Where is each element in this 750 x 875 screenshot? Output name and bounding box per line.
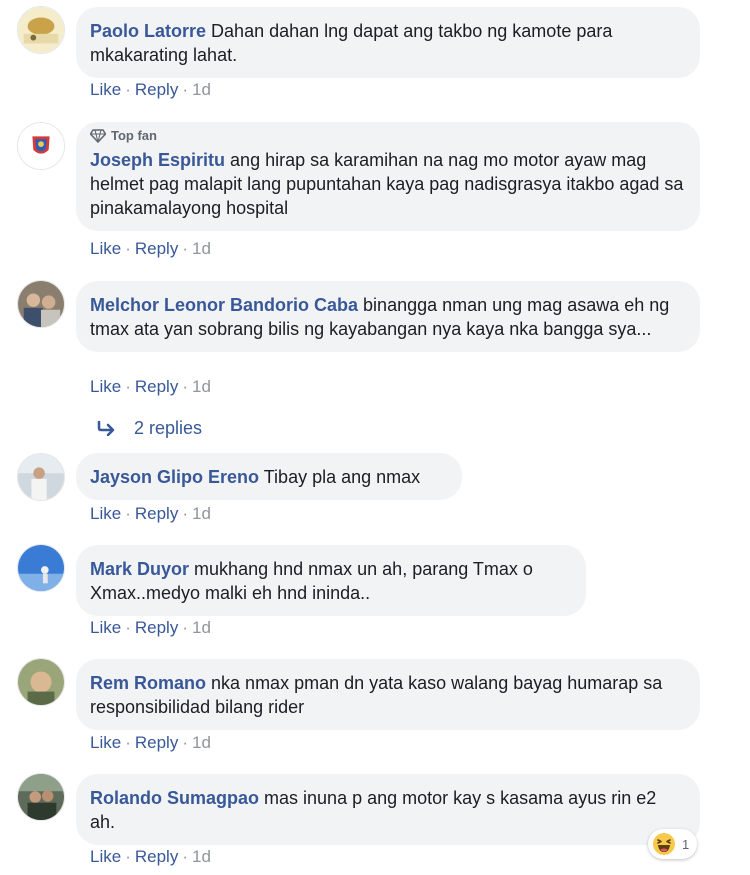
separator-dot: · [125, 733, 131, 752]
comment-actions: Like · Reply · 1d [90, 733, 211, 753]
reply-link[interactable]: Reply [135, 239, 178, 258]
separator-dot: · [182, 377, 188, 396]
profile-photo-icon [18, 774, 64, 820]
comment-bubble: Mark Duyor mukhang hnd nmax un ah, paran… [76, 545, 586, 616]
profile-photo-icon [18, 7, 64, 53]
comment-actions: Like · Reply · 1d [90, 618, 211, 638]
like-link[interactable]: Like [90, 618, 121, 637]
avatar[interactable] [17, 453, 65, 501]
comment-author[interactable]: Paolo Latorre [90, 21, 206, 41]
separator-dot: · [125, 504, 131, 523]
reply-link[interactable]: Reply [135, 504, 178, 523]
avatar[interactable] [17, 280, 65, 328]
comment-actions: Like · Reply · 1d [90, 847, 211, 867]
comment-bubble: Rem Romano nka nmax pman dn yata kaso wa… [76, 659, 700, 730]
profile-photo-icon [18, 454, 64, 500]
reply-link[interactable]: Reply [135, 80, 178, 99]
comment-timestamp[interactable]: 1d [192, 504, 211, 523]
separator-dot: · [182, 733, 188, 752]
reply-link[interactable]: Reply [135, 377, 178, 396]
reaction-summary[interactable]: 1 [648, 829, 698, 859]
view-replies-link[interactable]: 2 replies [96, 416, 202, 440]
avatar[interactable] [17, 544, 65, 592]
comment-actions: Like · Reply · 1d [90, 239, 211, 259]
comment-actions: Like · Reply · 1d [90, 504, 211, 524]
comment-author[interactable]: Melchor Leonor Bandorio Caba [90, 295, 358, 315]
comment-timestamp[interactable]: 1d [192, 733, 211, 752]
reaction-count: 1 [682, 836, 690, 852]
like-link[interactable]: Like [90, 733, 121, 752]
avatar[interactable] [17, 773, 65, 821]
comment-timestamp[interactable]: 1d [192, 80, 211, 99]
separator-dot: · [182, 618, 188, 637]
separator-dot: · [125, 239, 131, 258]
comment-author[interactable]: Rem Romano [90, 673, 206, 693]
comment-bubble: Top fan Joseph Espiritu ang hirap sa kar… [76, 122, 700, 231]
comment-author[interactable]: Rolando Sumagpao [90, 788, 259, 808]
profile-photo-icon [18, 545, 64, 591]
like-link[interactable]: Like [90, 847, 121, 866]
like-link[interactable]: Like [90, 377, 121, 396]
reply-link[interactable]: Reply [135, 618, 178, 637]
separator-dot: · [125, 377, 131, 396]
separator-dot: · [182, 504, 188, 523]
avatar[interactable] [17, 6, 65, 54]
comment-author[interactable]: Joseph Espiritu [90, 150, 225, 170]
comment-timestamp[interactable]: 1d [192, 618, 211, 637]
comment-bubble: Paolo Latorre Dahan dahan lng dapat ang … [76, 7, 700, 78]
separator-dot: · [125, 847, 131, 866]
avatar[interactable] [17, 658, 65, 706]
diamond-icon [90, 129, 106, 143]
comment-actions: Like · Reply · 1d [90, 80, 211, 100]
like-link[interactable]: Like [90, 239, 121, 258]
comment-text: Tibay pla ang nmax [263, 467, 421, 487]
separator-dot: · [125, 80, 131, 99]
replies-count: 2 replies [134, 418, 203, 438]
top-fan-badge: Top fan [90, 128, 684, 144]
like-link[interactable]: Like [90, 80, 121, 99]
profile-photo-icon [18, 281, 64, 327]
comment-timestamp[interactable]: 1d [192, 239, 211, 258]
comment-timestamp[interactable]: 1d [192, 847, 211, 866]
reply-arrow-icon [97, 420, 115, 436]
separator-dot: · [182, 847, 188, 866]
comment-actions: Like · Reply · 1d [90, 377, 211, 397]
profile-photo-icon [18, 123, 64, 169]
avatar[interactable] [17, 122, 65, 170]
profile-photo-icon [18, 659, 64, 705]
comment-bubble: Jayson Glipo Ereno Tibay pla ang nmax [76, 453, 462, 500]
comment-author[interactable]: Mark Duyor [90, 559, 189, 579]
like-link[interactable]: Like [90, 504, 121, 523]
separator-dot: · [182, 239, 188, 258]
reply-link[interactable]: Reply [135, 733, 178, 752]
comment-bubble: Rolando Sumagpao mas inuna p ang motor k… [76, 774, 700, 845]
comment-bubble: Melchor Leonor Bandorio Caba binangga nm… [76, 281, 700, 352]
comment-timestamp[interactable]: 1d [192, 377, 211, 396]
comment-author[interactable]: Jayson Glipo Ereno [90, 467, 259, 487]
badge-label: Top fan [111, 128, 157, 143]
reply-link[interactable]: Reply [135, 847, 178, 866]
separator-dot: · [182, 80, 188, 99]
haha-emoji-icon [653, 833, 675, 855]
separator-dot: · [125, 618, 131, 637]
